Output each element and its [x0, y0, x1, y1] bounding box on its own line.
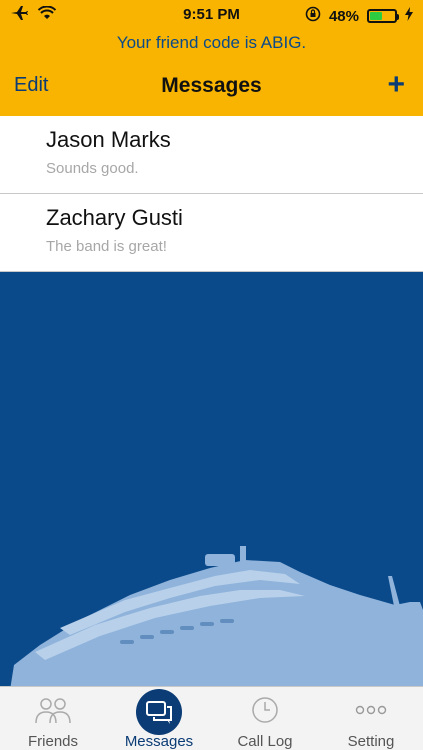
top-header: 9:51 PM 48% Your friend code is ABIG. Ed… [0, 0, 423, 116]
tab-friends[interactable]: Friends [0, 687, 106, 750]
contact-name: Zachary Gusti [46, 205, 183, 230]
tab-label: Call Log [237, 733, 293, 750]
navigation-bar: Edit Messages + [0, 66, 423, 106]
add-message-button[interactable]: + [387, 68, 405, 102]
status-right: 48% [305, 6, 413, 26]
tab-label: Friends [27, 733, 79, 750]
tab-setting[interactable]: Setting [318, 687, 423, 750]
tab-bar: Friends Messages Call Log Setting [0, 686, 423, 750]
contact-name: Jason Marks [46, 127, 171, 152]
tab-messages[interactable]: Messages [106, 687, 212, 750]
tab-label: Messages [124, 733, 194, 750]
battery-percent: 48% [328, 7, 359, 25]
page-title: Messages [161, 74, 262, 97]
messages-icon [136, 689, 182, 735]
list-item[interactable]: Jason Marks Sounds good. [0, 116, 423, 194]
tab-call-log[interactable]: Call Log [212, 687, 318, 750]
charging-icon [405, 7, 413, 25]
clock-icon [250, 695, 280, 730]
friends-icon [33, 695, 73, 730]
status-bar: 9:51 PM 48% [0, 0, 423, 30]
message-list: Jason Marks Sounds good. Zachary Gusti T… [0, 116, 423, 272]
battery-icon [367, 9, 399, 23]
list-item[interactable]: Zachary Gusti The band is great! [0, 194, 423, 272]
tab-label: Setting [347, 733, 395, 750]
rotation-lock-icon [305, 6, 321, 26]
friend-code-banner: Your friend code is ABIG. [116, 33, 307, 52]
message-preview: Sounds good. [46, 160, 139, 177]
cruise-ship-illustration [0, 540, 423, 690]
ellipsis-icon [354, 695, 388, 730]
message-preview: The band is great! [46, 238, 167, 255]
